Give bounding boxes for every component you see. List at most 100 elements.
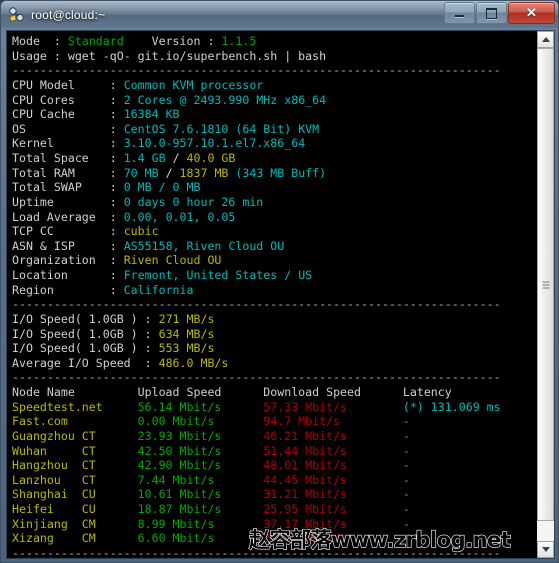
minimize-icon	[445, 3, 474, 23]
sysinfo-value: cubic	[123, 224, 159, 239]
scroll-down-arrow-icon	[541, 547, 550, 552]
sysinfo-row: Organization : Riven Cloud OU	[12, 253, 536, 268]
speedtest-download-speed: 24.94 Mbit/s	[263, 531, 403, 546]
sysinfo-value: (343 MB Buff)	[235, 165, 327, 180]
speedtest-latency: -	[402, 458, 410, 473]
sysinfo-value: Riven Cloud OU	[123, 253, 222, 268]
close-button[interactable]: ✕	[508, 2, 555, 24]
speedtest-row: Heifei CU 18.87 Mbit/s 25.95 Mbit/s -	[12, 502, 536, 517]
speedtest-node-name: Heifei CU	[12, 502, 138, 516]
speedtest-download-speed: 25.95 Mbit/s	[263, 502, 403, 516]
terminal-scrollbar[interactable]	[536, 31, 554, 558]
putty-window: root@cloud:~ ✕ Mode : Standard Version :…	[0, 0, 559, 563]
scrollbar-thumb[interactable]	[537, 48, 554, 522]
sysinfo-value: 1.4 GB	[123, 151, 173, 165]
sysinfo-label: TCP CC :	[12, 224, 124, 239]
sysinfo-value: 0.00, 0.01, 0.05	[123, 209, 236, 224]
speedtest-row: Xinjiang CM 8.99 Mbit/s 37.17 Mbit/s -	[12, 517, 536, 532]
io-value: 271 MB/s	[158, 311, 215, 326]
io-value: 486.0 MB/s	[158, 355, 229, 370]
scrollbar-grip-icon	[542, 281, 549, 289]
sysinfo-row: Total RAM : 70 MB / 1837 MB (343 MB Buff…	[12, 166, 536, 181]
version-value: 1.1.5	[221, 34, 257, 48]
speedtest-node-name: Fast.com	[12, 414, 138, 429]
speedtest-row: Xizang CM 6.60 Mbit/s 24.94 Mbit/s -	[12, 531, 536, 546]
speedtest-row: Speedtest.net 56.14 Mbit/s 57.33 Mbit/s …	[12, 400, 536, 415]
sysinfo-value: 2 Cores @ 2493.990 MHz x86_64	[123, 92, 327, 107]
speedtest-node-name: Xizang CM	[12, 531, 138, 546]
sysinfo-row: Uptime : 0 days 0 hour 26 min	[12, 195, 536, 210]
sysinfo-value: CentOS 7.6.1810 (64 Bit) KVM	[123, 121, 320, 136]
speedtest-row: Shanghai CU 10.61 Mbit/s 31.21 Mbit/s -	[12, 487, 536, 502]
speedtest-download-speed: 48.01 Mbit/s	[263, 458, 403, 473]
speedtest-download-speed: 57.33 Mbit/s	[263, 399, 403, 414]
sysinfo-value: Common KVM processor	[123, 77, 264, 92]
io-label: I/O Speed( 1.0GB ) :	[12, 311, 159, 326]
io-label: I/O Speed( 1.0GB ) :	[12, 326, 159, 341]
sysinfo-row: OS : CentOS 7.6.1810 (64 Bit) KVM	[12, 122, 536, 137]
speedtest-row: Hangzhou CT 42.90 Mbit/s 48.01 Mbit/s -	[12, 458, 536, 473]
sysinfo-row: Region : California	[12, 283, 536, 298]
usage-label: Usage :	[12, 48, 68, 63]
speedtest-header-row: Node Name Upload Speed Download Speed La…	[12, 385, 536, 400]
speedtest-upload-speed: 56.14 Mbit/s	[137, 399, 264, 414]
sysinfo-value: 16384 KB	[123, 107, 180, 122]
io-value: 634 MB/s	[158, 326, 215, 341]
sysinfo-label: ASN & ISP :	[12, 238, 124, 253]
sysinfo-row: CPU Cache : 16384 KB	[12, 107, 536, 122]
sysinfo-label: Region :	[12, 282, 124, 297]
sysinfo-row: Total SWAP : 0 MB / 0 MB	[12, 180, 536, 195]
sysinfo-label: Total RAM :	[12, 165, 124, 180]
sysinfo-value: /	[172, 151, 187, 165]
speedtest-node-name: Wuhan CT	[12, 443, 138, 458]
sysinfo-value: 70 MB	[123, 165, 166, 180]
sysinfo-value: 0 days 0 hour 26 min	[123, 194, 264, 209]
speedtest-row: Fast.com 0.00 Mbit/s 94.7 Mbit/s -	[12, 414, 536, 429]
title-bar[interactable]: root@cloud:~ ✕	[1, 1, 558, 28]
speedtest-row: Guangzhou CT 23.93 Mbit/s 46.21 Mbit/s -	[12, 429, 536, 444]
terminal-line-usage: Usage : wget -qO- git.io/superbench.sh |…	[12, 49, 536, 64]
sysinfo-row: Kernel : 3.10.0-957.10.1.el7.x86_64	[12, 136, 536, 151]
sysinfo-label: CPU Cores :	[12, 92, 124, 107]
io-row: I/O Speed( 1.0GB ) : 271 MB/s	[12, 312, 536, 327]
version-label: Version :	[123, 34, 222, 48]
terminal-separator-1: ----------------------------------------…	[12, 63, 536, 78]
scrollbar-track[interactable]	[537, 48, 554, 541]
speedtest-node-name: Speedtest.net	[12, 399, 138, 414]
speedtest-latency: -	[402, 531, 410, 546]
maximize-button[interactable]	[476, 2, 507, 24]
sysinfo-label: CPU Model :	[12, 77, 124, 92]
sysinfo-row: Location : Fremont, United States / US	[12, 268, 536, 283]
speedtest-latency: (*) 131.069 ms	[402, 399, 501, 414]
speedtest-download-speed: 94.7 Mbit/s	[263, 414, 403, 429]
io-value: 553 MB/s	[158, 341, 215, 356]
separator-rule: ----------------------------------------…	[12, 370, 501, 385]
maximize-icon	[477, 3, 506, 23]
sysinfo-label: Total Space :	[12, 151, 124, 165]
window-controls: ✕	[443, 2, 555, 24]
close-icon: ✕	[526, 5, 537, 20]
io-label: Average I/O Speed :	[12, 355, 159, 370]
speedtest-latency: -	[402, 487, 410, 502]
speedtest-upload-speed: 0.00 Mbit/s	[137, 414, 264, 429]
sysinfo-row: Load Average : 0.00, 0.01, 0.05	[12, 210, 536, 225]
sysinfo-label: OS :	[12, 121, 124, 136]
speedtest-latency: -	[402, 414, 410, 429]
separator-rule: ----------------------------------------…	[12, 297, 501, 312]
sysinfo-value: 0 MB / 0 MB	[123, 180, 201, 195]
terminal-output[interactable]: Mode : Standard Version : 1.1.5 Usage : w…	[7, 31, 536, 558]
sysinfo-value: AS55158, Riven Cloud OU	[123, 238, 285, 253]
io-row: I/O Speed( 1.0GB ) : 553 MB/s	[12, 341, 536, 356]
scrollbar-up-button[interactable]	[537, 31, 554, 48]
usage-value: wget -qO- git.io/superbench.sh | bash	[67, 48, 327, 63]
sysinfo-row: CPU Model : Common KVM processor	[12, 78, 536, 93]
scrollbar-down-button[interactable]	[537, 541, 554, 558]
minimize-button[interactable]	[444, 2, 475, 24]
speedtest-download-speed: 37.17 Mbit/s	[263, 516, 403, 531]
speedtest-download-speed: 46.21 Mbit/s	[263, 428, 403, 443]
sysinfo-label: Uptime :	[12, 194, 124, 209]
sysinfo-value: California	[123, 282, 194, 297]
speedtest-upload-speed: 7.44 Mbit/s	[137, 472, 264, 487]
sysinfo-row: CPU Cores : 2 Cores @ 2493.990 MHz x86_6…	[12, 93, 536, 108]
separator-rule: ----------------------------------------…	[12, 63, 501, 78]
